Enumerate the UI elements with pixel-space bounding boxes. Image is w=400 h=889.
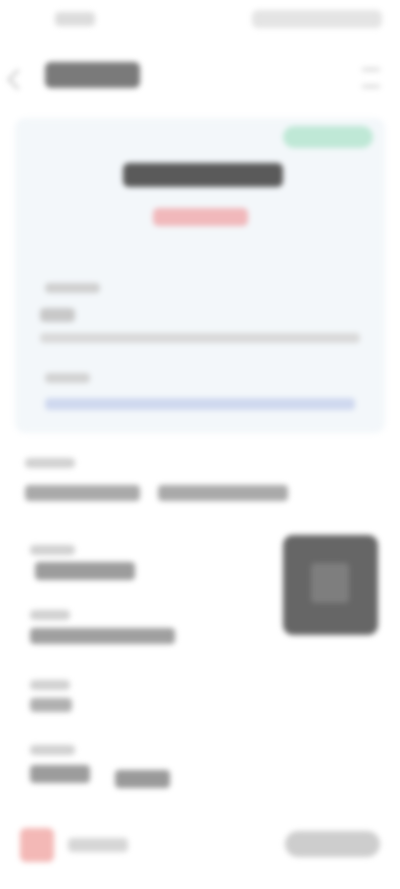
status-icons (252, 10, 382, 28)
detail-row-label (30, 745, 75, 755)
detail-row-value (25, 485, 140, 501)
bottom-bar (0, 813, 400, 889)
bottom-action-button[interactable] (285, 831, 380, 857)
detail-row-value (158, 485, 288, 501)
detail-row-value (30, 698, 72, 712)
detail-row-value (35, 562, 135, 580)
card-title (123, 163, 283, 187)
nav-bar (0, 50, 400, 100)
bottom-label (68, 838, 128, 852)
back-chevron-icon[interactable] (6, 68, 29, 91)
detail-row-label (25, 458, 75, 468)
blurred-screen (0, 0, 400, 889)
app-icon[interactable] (20, 828, 54, 862)
detail-row-value (30, 628, 175, 644)
link-label (45, 373, 90, 383)
link-text[interactable] (45, 398, 355, 410)
detail-row-label (30, 610, 70, 620)
description-text (40, 333, 360, 343)
status-bar (0, 0, 400, 44)
detail-row-value (30, 765, 90, 783)
description-prefix (40, 308, 75, 322)
qr-code-icon[interactable] (283, 535, 378, 635)
summary-card (15, 118, 385, 433)
card-subtitle (153, 208, 248, 226)
status-badge (283, 126, 373, 148)
description-label (45, 283, 100, 293)
detail-row-label (30, 545, 75, 555)
detail-row-label (30, 680, 70, 690)
menu-icon[interactable] (362, 68, 380, 88)
qr-center-icon (311, 563, 349, 603)
detail-row-value (115, 770, 170, 788)
page-title (45, 62, 140, 88)
status-time (55, 12, 95, 26)
